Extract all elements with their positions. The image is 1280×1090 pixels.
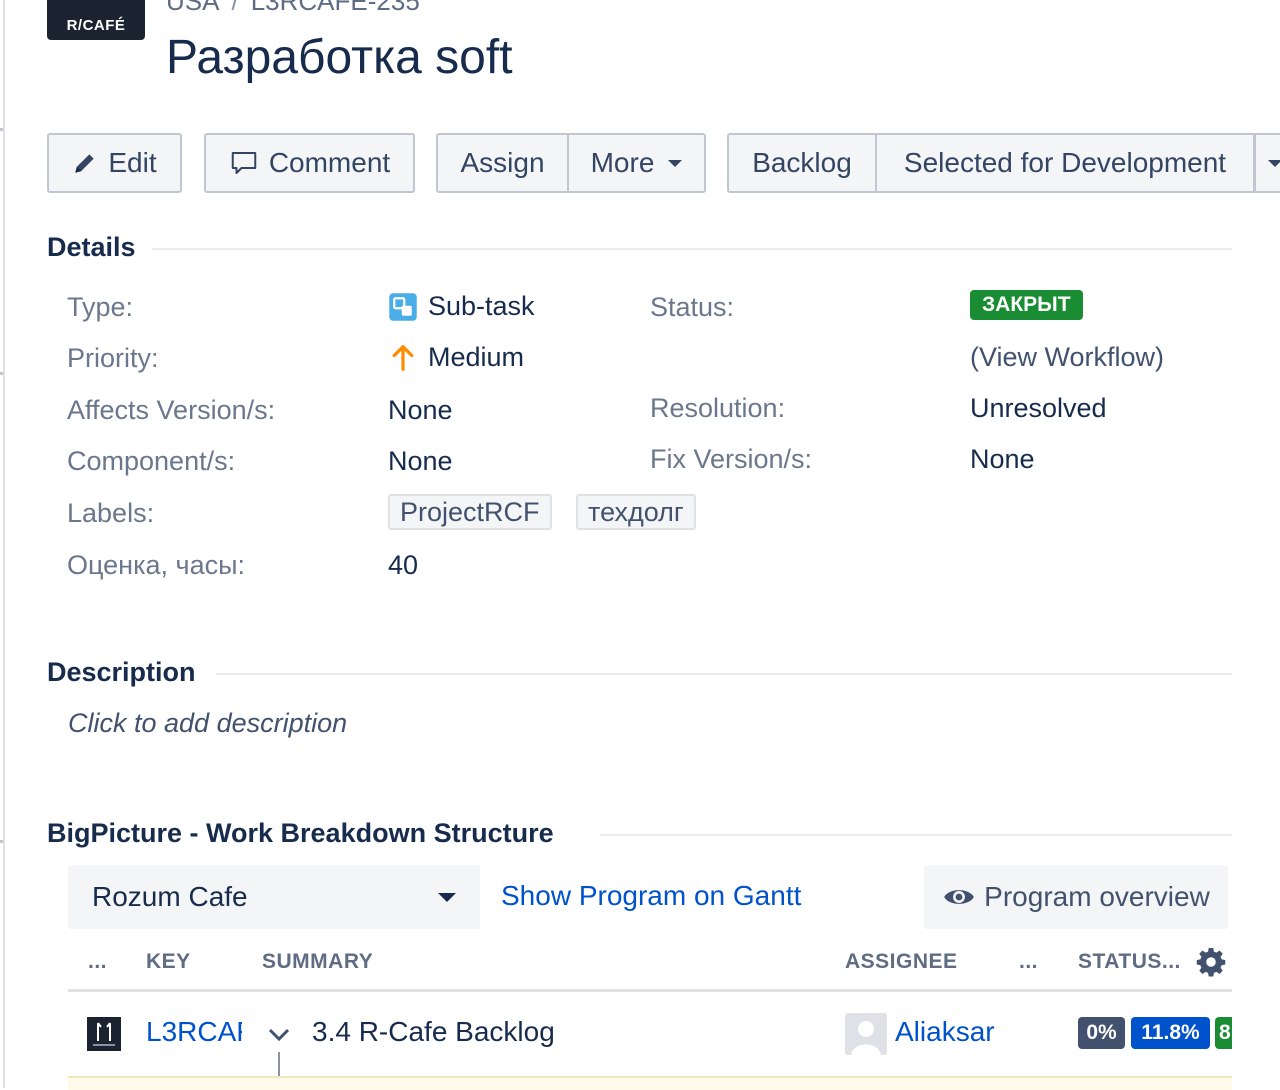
column-header-key[interactable]: KEY [146,950,191,974]
label-chip-projectrcf[interactable]: ProjectRCF [388,494,552,530]
left-border-tick [0,128,3,131]
row-assignee-link[interactable]: Aliaksar [895,1016,995,1048]
subtask-icon [389,292,417,321]
workflow-selected-for-development-button[interactable]: Selected for Development [875,133,1255,193]
page-title: Разработка soft [166,31,513,84]
resolution-value: Unresolved [970,393,1107,423]
workflow-button-label: Backlog [752,147,852,178]
edit-button[interactable]: Edit [47,133,182,193]
program-overview-label: Program overview [984,881,1210,912]
row-summary[interactable]: 3.4 R-Cafe Backlog [312,1016,555,1048]
workflow-backlog-button[interactable]: Backlog [727,133,876,193]
program-overview-button[interactable]: Program overview [924,865,1228,929]
priority-value: Medium [388,342,524,373]
table-header-divider [68,989,1232,992]
program-select[interactable]: Rozum Cafe [68,865,480,929]
left-border-tick [0,372,3,375]
progress-todo-badge: 0% [1078,1017,1125,1049]
column-header-more[interactable]: ... [1019,950,1038,974]
type-value: Sub-task [388,291,535,322]
type-value-text: Sub-task [428,291,535,321]
fix-versions-label: Fix Version/s: [650,444,813,474]
breadcrumb-issue-key[interactable]: L3RCAFE-235 [251,0,420,16]
workflow-more-button[interactable] [1254,133,1280,193]
breadcrumb: USA / L3RCAFE-235 [166,0,420,17]
bigpicture-heading: BigPicture - Work Breakdown Structure [47,818,554,848]
description-placeholder[interactable]: Click to add description [68,708,347,739]
project-avatar-icon [87,1017,121,1051]
pencil-icon [75,154,95,173]
column-header-expand[interactable]: ... [88,950,107,974]
priority-label: Priority: [67,343,159,373]
breadcrumb-separator: / [231,0,239,16]
comment-icon [231,152,257,174]
gear-icon[interactable] [1195,946,1227,978]
affects-versions-value[interactable]: None [388,395,453,426]
affects-versions-label: Affects Version/s: [67,395,276,425]
chevron-down-icon [438,892,456,902]
status-label: Status: [650,292,735,322]
eye-icon [944,890,975,904]
edit-button-label: Edit [108,147,157,178]
details-heading: Details [47,232,136,262]
status-badge: ЗАКРЫТ [970,290,1083,320]
column-header-summary[interactable]: SUMMARY [262,950,373,974]
assign-button-label: Assign [460,147,545,178]
priority-medium-arrow-icon [392,344,414,371]
more-button[interactable]: More [567,133,706,193]
chevron-down-icon [668,159,683,167]
section-divider [152,248,1232,250]
fix-versions-value[interactable]: None [970,444,1035,475]
row-issue-key-link[interactable]: L3RCAF [146,1016,242,1048]
more-button-label: More [590,147,655,178]
program-select-value: Rozum Cafe [92,881,248,912]
progress-done-badge: 8 [1215,1017,1232,1049]
progress-inprogress-badge: 11.8% [1131,1017,1210,1049]
comment-button[interactable]: Comment [204,133,415,193]
chevron-down-icon[interactable] [266,1024,292,1046]
column-header-assignee[interactable]: ASSIGNEE [845,950,958,974]
labels-label: Labels: [67,498,155,528]
logo-text: R/CAFÉ [66,17,126,34]
section-divider [216,673,1232,675]
chevron-down-icon [1268,159,1280,167]
type-label: Type: [67,292,134,322]
column-header-status[interactable]: STATUS... [1078,950,1181,974]
workflow-button-label: Selected for Development [903,147,1227,178]
project-logo[interactable]: R/CAFÉ [47,0,145,40]
description-heading: Description [47,657,196,687]
components-value[interactable]: None [388,446,453,477]
show-program-on-gantt-link[interactable]: Show Program on Gantt [501,880,801,912]
estimate-label: Оценка, часы: [67,550,246,580]
resolution-label: Resolution: [650,393,786,423]
label-chip-techdebt[interactable]: техдолг [576,494,696,530]
assign-button[interactable]: Assign [436,133,568,193]
estimate-value[interactable]: 40 [388,550,418,581]
components-label: Component/s: [67,446,236,476]
view-workflow-link[interactable]: (View Workflow) [970,342,1164,373]
left-border-tick [0,840,3,843]
section-divider [600,834,1232,836]
priority-value-text: Medium [428,342,525,372]
left-border [3,0,5,1088]
breadcrumb-project[interactable]: USA [166,0,219,16]
comment-button-label: Comment [268,147,391,178]
user-avatar-icon [845,1013,887,1055]
